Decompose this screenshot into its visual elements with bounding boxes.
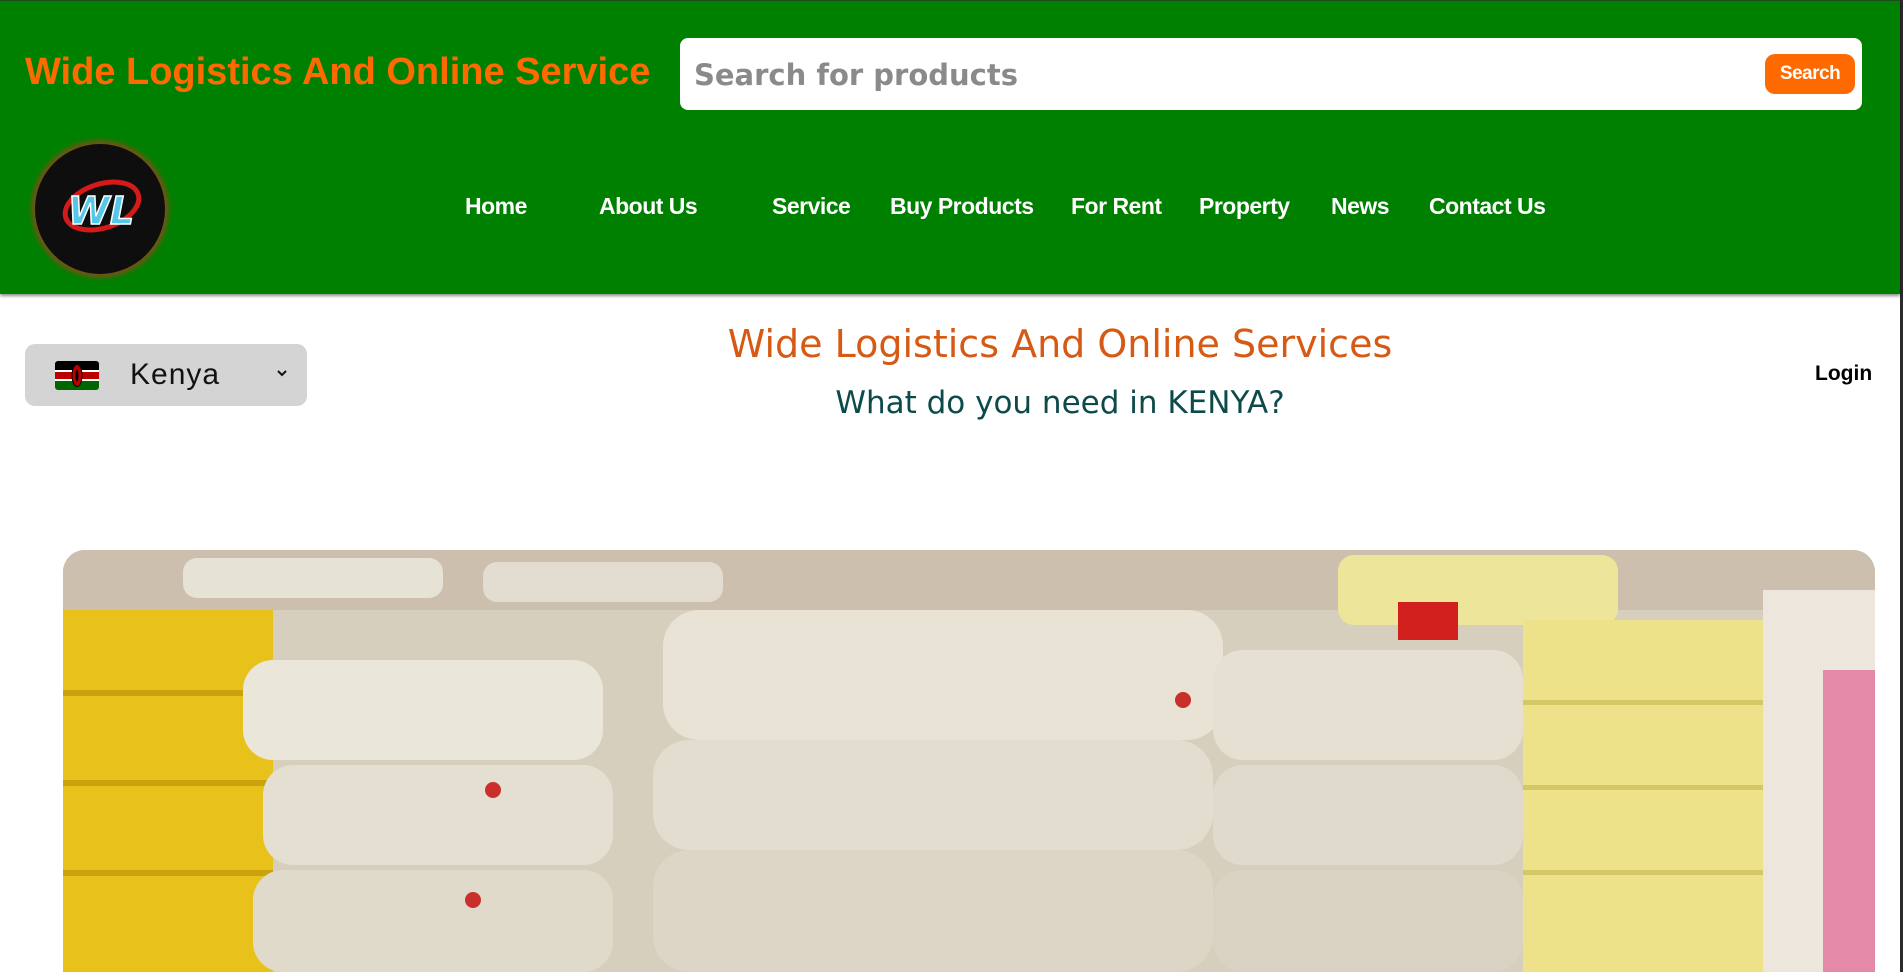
page-subtitle: What do you need in KENYA?: [835, 385, 1285, 421]
login-link[interactable]: Login: [1815, 362, 1872, 386]
search-input[interactable]: [692, 48, 1746, 102]
nav-service[interactable]: Service: [772, 193, 851, 220]
nav-buy-products[interactable]: Buy Products: [890, 193, 1034, 220]
logo-icon: WL: [62, 179, 142, 234]
chevron-down-icon: [277, 370, 287, 377]
brand-name[interactable]: Wide Logistics And Online Service: [25, 51, 650, 94]
nav-news[interactable]: News: [1331, 193, 1390, 220]
site-header: Wide Logistics And Online Service Search…: [0, 0, 1900, 294]
site-logo[interactable]: WL: [35, 144, 165, 274]
nav-home[interactable]: Home: [465, 193, 527, 220]
nav-contact-us[interactable]: Contact Us: [1429, 193, 1546, 220]
nav-about-us[interactable]: About Us: [599, 193, 698, 220]
logo-text: WL: [68, 189, 134, 233]
nav-property[interactable]: Property: [1199, 193, 1290, 220]
rice-sacks-image: [63, 550, 1875, 972]
search-button[interactable]: Search: [1765, 54, 1855, 94]
search-bar: Search: [680, 38, 1862, 110]
page-title: Wide Logistics And Online Services: [727, 322, 1393, 366]
nav-for-rent[interactable]: For Rent: [1071, 193, 1162, 220]
hero-image: [63, 550, 1875, 972]
